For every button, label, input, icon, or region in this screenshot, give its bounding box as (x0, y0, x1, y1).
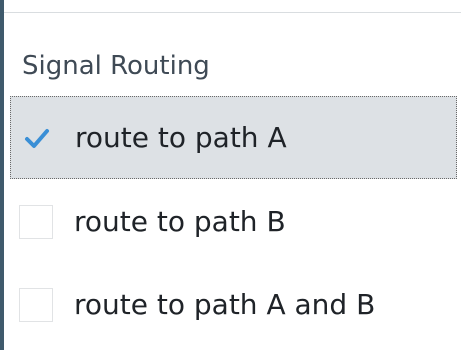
checkbox-icon (18, 204, 54, 240)
option-route-path-a-and-b[interactable]: route to path A and B (10, 263, 457, 346)
option-label: route to path B (74, 205, 286, 238)
option-route-path-b[interactable]: route to path B (10, 180, 457, 263)
checkmark-icon (19, 120, 55, 156)
option-route-path-a[interactable]: route to path A (10, 96, 457, 179)
option-label: route to path A and B (74, 288, 376, 321)
option-label: route to path A (75, 121, 287, 154)
checkbox-icon (18, 287, 54, 323)
top-divider (4, 12, 461, 13)
panel-left-border (0, 0, 4, 350)
signal-routing-panel: Signal Routing route to path A route to … (0, 0, 461, 350)
section-title: Signal Routing (22, 51, 210, 81)
